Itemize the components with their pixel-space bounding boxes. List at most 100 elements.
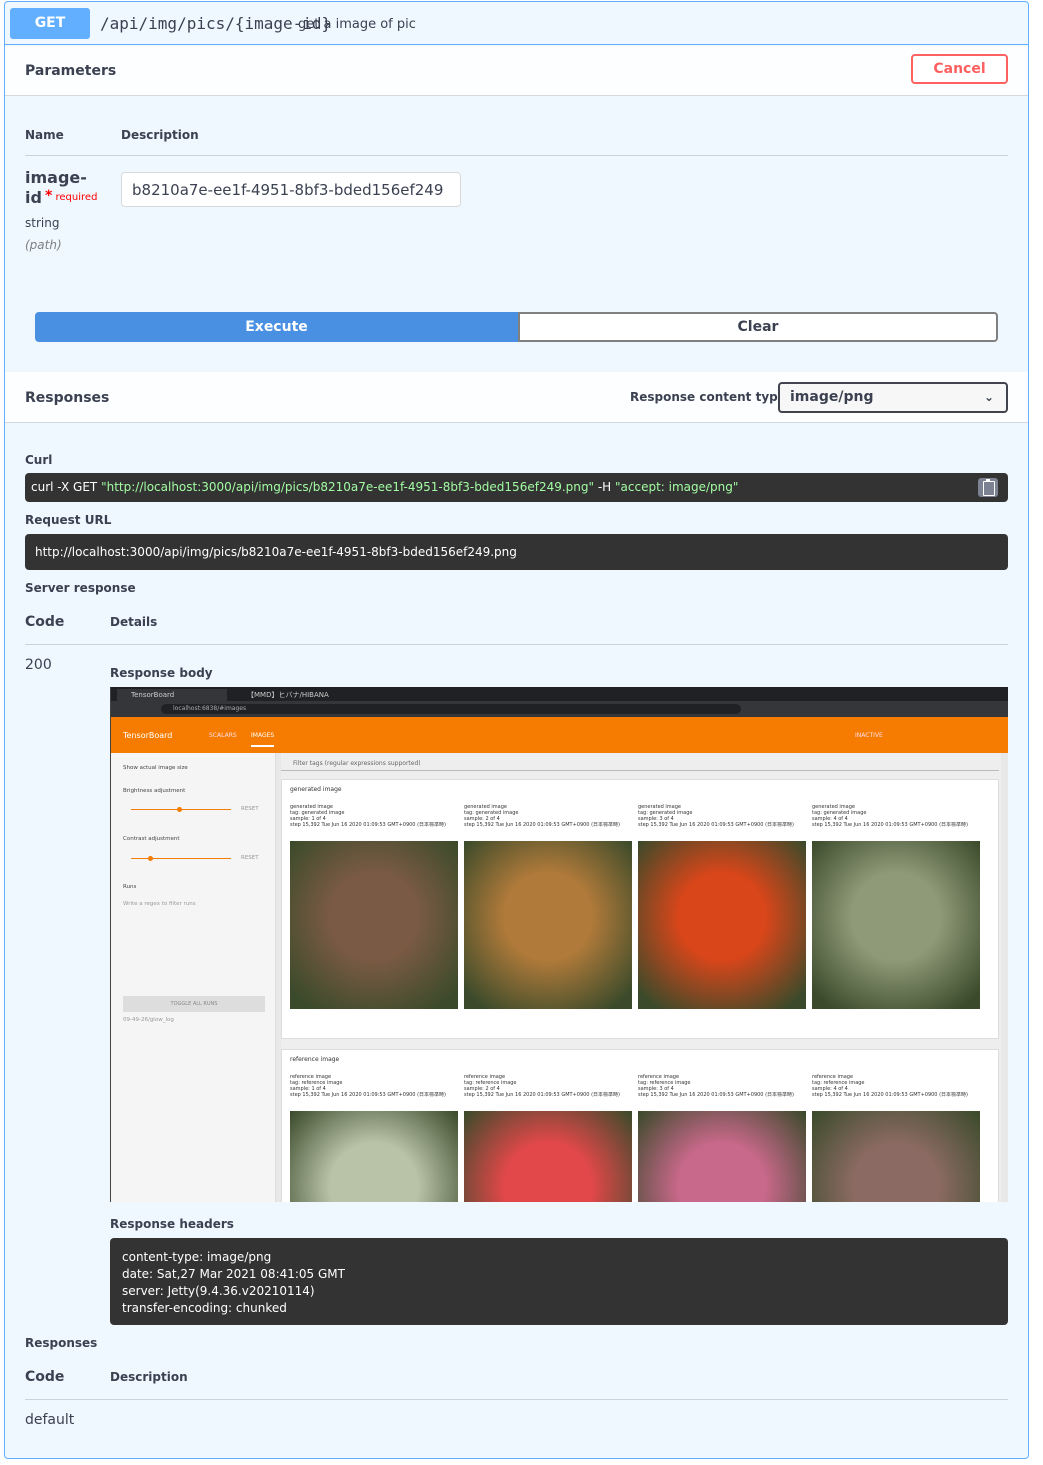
code-column-header: Code <box>25 1369 65 1385</box>
browser-tab: TensorBoard <box>117 689 227 701</box>
chevron-down-icon: ⌄ <box>983 390 994 404</box>
contrast-slider <box>131 858 231 859</box>
reference-image-picture <box>464 1111 632 1202</box>
reference-card: reference image reference image tag: refe… <box>281 1049 999 1202</box>
response-header-line: server: Jetty(9.4.36.v20210114) <box>122 1284 315 1298</box>
reference-image-step: step 15,392 Tue Jun 16 2020 01:09:53 GMT… <box>464 1092 620 1098</box>
code-column-header: Code <box>25 614 65 630</box>
reset-label: RESET <box>241 855 259 861</box>
response-code: 200 <box>25 657 52 673</box>
response-code-default: default <box>25 1412 75 1428</box>
reference-image-step: step 15,392 Tue Jun 16 2020 01:09:53 GMT… <box>290 1092 446 1098</box>
param-type: string <box>25 216 60 230</box>
response-content-type-value: image/png <box>790 389 874 405</box>
reference-image-step: step 15,392 Tue Jun 16 2020 01:09:53 GMT… <box>638 1092 794 1098</box>
browser-tab-bar: TensorBoard 【MMD】ヒバナ/HIBANA <box>111 687 1008 701</box>
cancel-button[interactable]: Cancel <box>911 54 1008 84</box>
generated-image-step: step 15,392 Tue Jun 16 2020 01:09:53 GMT… <box>812 822 968 828</box>
address-text: localhost:6838/#images <box>161 704 741 714</box>
brightness-knob <box>177 807 182 812</box>
response-headers-label: Response headers <box>110 1217 234 1231</box>
tensorboard-main: Filter tags (regular expressions support… <box>281 753 1001 1202</box>
curl-flag: -H <box>594 480 615 494</box>
param-col-description: Description <box>121 128 199 142</box>
generated-image-picture <box>464 841 632 1009</box>
generated-image-picture <box>290 841 458 1009</box>
description-column-header: Description <box>110 1370 188 1384</box>
divider <box>25 155 1008 156</box>
parameters-header: Parameters Cancel <box>5 46 1028 96</box>
reference-image-picture <box>290 1111 458 1202</box>
tensorboard-sidebar: Show actual image size Brightness adjust… <box>111 753 276 1202</box>
contrast-knob <box>148 856 153 861</box>
response-header-line: content-type: image/png <box>122 1250 272 1264</box>
brightness-label: Brightness adjustment <box>123 788 186 794</box>
divider <box>25 644 1008 645</box>
response-content-type-select[interactable]: image/png ⌄ <box>778 382 1008 413</box>
response-header-line: transfer-encoding: chunked <box>122 1301 287 1315</box>
param-location: (path) <box>25 238 62 252</box>
card-header: generated image <box>290 786 342 793</box>
generated-card: generated image generated image tag: gene… <box>281 779 999 1039</box>
generated-image-step: step 15,392 Tue Jun 16 2020 01:09:53 GMT… <box>290 822 446 828</box>
operation-block: GET /api/img/pics/{image-id} get a image… <box>4 1 1029 1459</box>
filter-tags: Filter tags (regular expressions support… <box>281 757 999 771</box>
parameters-title: Parameters <box>25 63 117 79</box>
clear-button[interactable]: Clear <box>518 312 998 342</box>
curl-label: Curl <box>25 453 53 467</box>
tab-scalars: SCALARS <box>209 732 237 739</box>
generated-image-thumbnail: generated image tag: generated image sampl… <box>638 804 806 1009</box>
reference-image-thumbnail: reference image tag: reference image sampl… <box>464 1074 632 1202</box>
server-response-label: Server response <box>25 581 136 595</box>
reset-label: RESET <box>241 806 259 812</box>
runs-label: Runs <box>123 884 137 890</box>
generated-image-step: step 15,392 Tue Jun 16 2020 01:09:53 GMT… <box>464 822 620 828</box>
response-header-line: date: Sat,27 Mar 2021 08:41:05 GMT <box>122 1267 345 1281</box>
curl-command: curl -X GET "http://localhost:3000/api/i… <box>25 473 1008 502</box>
reference-image-picture <box>812 1111 980 1202</box>
divider <box>25 1399 1008 1400</box>
run-name: 09-49-26/glow_log <box>123 1017 174 1023</box>
reference-image-thumbnail: reference image tag: reference image sampl… <box>290 1074 458 1202</box>
response-body-image: TensorBoard 【MMD】ヒバナ/HIBANA localhost:68… <box>110 687 1008 1202</box>
browser-address-bar: localhost:6838/#images <box>111 701 1008 717</box>
browser-tab: 【MMD】ヒバナ/HIBANA <box>247 691 329 699</box>
tab-images: IMAGES <box>251 732 275 747</box>
response-content-type-label: Response content type <box>630 390 786 404</box>
required-label: required <box>55 192 98 203</box>
toggle-all-runs: TOGGLE ALL RUNS <box>123 996 265 1012</box>
copy-to-clipboard-icon[interactable] <box>978 478 998 497</box>
responses-title: Responses <box>25 390 110 406</box>
image-id-input[interactable] <box>121 172 461 207</box>
generated-image-step: step 15,392 Tue Jun 16 2020 01:09:53 GMT… <box>638 822 794 828</box>
response-headers: content-type: image/png date: Sat,27 Mar… <box>110 1238 1008 1325</box>
operation-path: /api/img/pics/{image-id} <box>100 14 332 33</box>
http-method-badge: GET <box>10 8 90 39</box>
contrast-label: Contrast adjustment <box>123 836 180 842</box>
tensorboard-brand: TensorBoard <box>123 731 173 740</box>
reference-image-thumbnail: reference image tag: reference image sampl… <box>638 1074 806 1202</box>
request-url: http://localhost:3000/api/img/pics/b8210… <box>25 534 1008 570</box>
request-url-label: Request URL <box>25 513 112 527</box>
reference-image-picture <box>638 1111 806 1202</box>
generated-image-thumbnail: generated image tag: generated image sampl… <box>812 804 980 1009</box>
curl-url: "http://localhost:3000/api/img/pics/b821… <box>101 480 595 494</box>
details-column-header: Details <box>110 615 158 629</box>
generated-image-picture <box>812 841 980 1009</box>
card-header: reference image <box>290 1056 340 1063</box>
tensorboard-header: TensorBoard SCALARS IMAGES INACTIVE <box>111 717 1008 753</box>
show-actual-size: Show actual image size <box>123 765 188 771</box>
generated-image-thumbnail: generated image tag: generated image sampl… <box>464 804 632 1009</box>
curl-header: "accept: image/png" <box>615 480 739 494</box>
runs-filter: Write a regex to filter runs <box>123 901 196 907</box>
param-col-name: Name <box>25 128 64 142</box>
execute-button[interactable]: Execute <box>35 312 518 342</box>
inactive-select: INACTIVE <box>855 732 883 739</box>
reference-image-thumbnail: reference image tag: reference image sampl… <box>812 1074 980 1202</box>
generated-image-thumbnail: generated image tag: generated image sampl… <box>290 804 458 1009</box>
curl-prefix: curl -X GET <box>31 480 102 494</box>
operation-summary-text: get a image of pic <box>298 17 416 32</box>
operation-summary[interactable]: GET /api/img/pics/{image-id} get a image… <box>5 2 1028 45</box>
reference-image-step: step 15,392 Tue Jun 16 2020 01:09:53 GMT… <box>812 1092 968 1098</box>
generated-image-picture <box>638 841 806 1009</box>
